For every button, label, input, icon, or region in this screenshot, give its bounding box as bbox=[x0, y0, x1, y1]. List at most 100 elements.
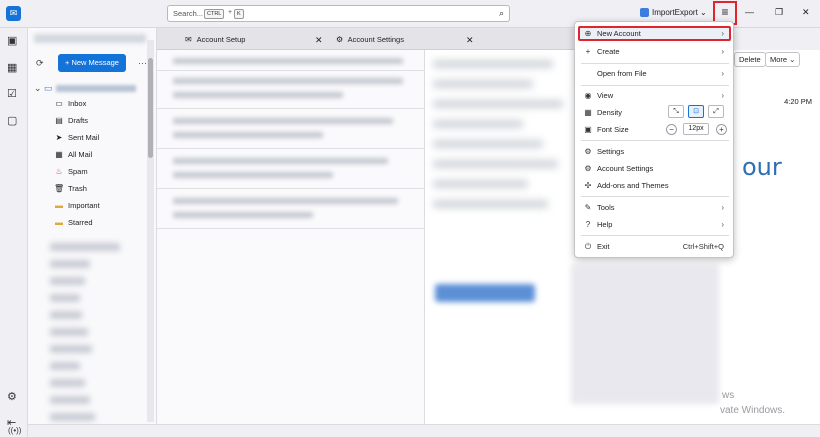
divider bbox=[157, 148, 425, 149]
activation-watermark-line2: vate Windows. bbox=[720, 405, 786, 416]
importexport-button[interactable]: ImportExport ⌄ bbox=[640, 8, 707, 18]
folder-label: Spam bbox=[68, 167, 88, 176]
blurred-folder-list bbox=[42, 234, 162, 424]
font-size-increase-button[interactable]: + bbox=[716, 124, 727, 135]
account-gear-icon: ⚙ bbox=[584, 164, 592, 173]
density-normal-button[interactable]: ⊡ bbox=[688, 105, 704, 118]
blurred-message-content bbox=[433, 60, 573, 420]
message-row[interactable] bbox=[173, 118, 413, 146]
shortcut-key-ctrl: CTRL bbox=[204, 9, 225, 19]
folder-label: All Mail bbox=[68, 150, 93, 159]
search-input[interactable]: Search... CTRL + K ⌕ bbox=[167, 5, 510, 22]
menu-item-new-account[interactable]: ⊕ New Account › bbox=[578, 26, 731, 41]
get-messages-icon[interactable]: ⟳ bbox=[36, 58, 44, 69]
more-button[interactable]: More ⌄ bbox=[765, 52, 801, 67]
blurred-box bbox=[571, 264, 719, 404]
close-icon[interactable]: ✕ bbox=[466, 31, 474, 49]
close-button[interactable]: ✕ bbox=[802, 7, 810, 18]
message-row[interactable] bbox=[173, 78, 413, 106]
menu-item-tools[interactable]: ✎ Tools › bbox=[575, 200, 733, 215]
gear-icon: ⚙ bbox=[584, 147, 592, 156]
account-name-blurred bbox=[56, 85, 136, 92]
font-size-decrease-button[interactable]: − bbox=[666, 124, 677, 135]
expand-chevron-icon[interactable]: ⌄ bbox=[34, 83, 42, 94]
folder-important[interactable]: ▬ Important bbox=[54, 201, 100, 214]
menu-item-view[interactable]: ◉ View › bbox=[575, 88, 733, 103]
gear-icon: ⚙ bbox=[336, 35, 344, 44]
menu-item-settings[interactable]: ⚙ Settings bbox=[575, 144, 733, 159]
chat-icon[interactable]: ▢ bbox=[7, 114, 17, 127]
density-icon: ▦ bbox=[584, 108, 592, 117]
importexport-icon bbox=[640, 8, 649, 18]
message-row[interactable] bbox=[173, 198, 413, 226]
density-relaxed-button[interactable]: ⤢ bbox=[708, 105, 724, 118]
tools-icon: ✎ bbox=[584, 203, 592, 212]
message-list bbox=[157, 50, 425, 424]
density-compact-button[interactable]: ⤡ bbox=[668, 105, 684, 118]
spaces-toolbar: ▣ ▦ ☑ ▢ ⚙ ⇤ bbox=[0, 28, 28, 437]
maximize-button[interactable]: ❐ bbox=[775, 7, 783, 18]
folder-label: Starred bbox=[68, 218, 93, 227]
menu-item-help[interactable]: ? Help › bbox=[575, 217, 733, 232]
message-row[interactable] bbox=[173, 158, 413, 186]
menu-separator bbox=[581, 196, 729, 197]
menu-label: Account Settings bbox=[597, 164, 654, 173]
eye-icon: ◉ bbox=[584, 91, 592, 100]
folder-starred[interactable]: ▬ Starred bbox=[54, 218, 93, 231]
close-icon[interactable]: ✕ bbox=[315, 31, 323, 49]
menu-item-addons-themes[interactable]: ✣ Add-ons and Themes bbox=[575, 178, 733, 193]
plus-circle-icon: ⊕ bbox=[584, 29, 592, 38]
folder-drafts[interactable]: ▤ Drafts bbox=[54, 116, 88, 129]
menu-label: Settings bbox=[597, 147, 625, 156]
importexport-label: ImportExport bbox=[652, 8, 698, 17]
chevron-down-icon: ⌄ bbox=[700, 8, 707, 17]
folder-all-mail[interactable]: ▦ All Mail bbox=[54, 150, 92, 163]
more-options-icon[interactable]: ··· bbox=[138, 58, 147, 68]
new-message-button[interactable]: + New Message bbox=[58, 54, 126, 72]
account-row[interactable]: ⌄ ▭ bbox=[34, 83, 149, 94]
menu-item-exit[interactable]: ⏻ Exit Ctrl+Shift+Q bbox=[575, 239, 733, 254]
folder-label: Important bbox=[68, 201, 100, 210]
tab-bar: ✉ Account Setup ✕ ⚙ Account Settings ✕ bbox=[157, 28, 575, 50]
menu-item-create[interactable]: + Create › bbox=[575, 44, 733, 59]
online-status-icon[interactable]: ((•)) bbox=[8, 426, 21, 435]
delete-button[interactable]: Delete bbox=[734, 52, 766, 67]
shortcut-key-k: K bbox=[234, 9, 244, 19]
menu-label: Help bbox=[597, 220, 613, 229]
tab-account-setup[interactable]: ✉ Account Setup ✕ bbox=[185, 31, 325, 49]
divider bbox=[157, 108, 425, 109]
menu-label: Exit bbox=[597, 242, 610, 251]
tab-label: Account Settings bbox=[347, 35, 404, 44]
chevron-right-icon: › bbox=[721, 69, 724, 78]
tasks-icon[interactable]: ☑ bbox=[7, 87, 17, 100]
minimize-button[interactable]: — bbox=[745, 7, 754, 17]
menu-label: View bbox=[597, 91, 614, 100]
folder-pane-scrollbar[interactable] bbox=[147, 40, 154, 422]
mail-app-icon[interactable]: ✉ bbox=[6, 6, 21, 21]
menu-separator bbox=[581, 235, 729, 236]
search-icon[interactable]: ⌕ bbox=[499, 8, 504, 19]
folder-sent-mail[interactable]: ➤ Sent Mail bbox=[54, 133, 100, 146]
folder-spam[interactable]: ♨ Spam bbox=[54, 167, 88, 180]
menu-label: New Account bbox=[597, 29, 641, 38]
folder-icon: ▬ bbox=[55, 218, 63, 227]
hamburger-icon: ≡ bbox=[721, 5, 729, 19]
shortcut-plus: + bbox=[228, 9, 233, 16]
folder-trash[interactable]: 🗑 Trash bbox=[54, 184, 87, 197]
blurred-button bbox=[435, 284, 535, 302]
address-book-icon[interactable]: ▣ bbox=[7, 34, 17, 47]
tab-account-settings[interactable]: ⚙ Account Settings ✕ bbox=[336, 31, 486, 49]
font-size-value: 12px bbox=[683, 123, 709, 135]
spam-icon: ♨ bbox=[55, 167, 63, 176]
menu-label: Font Size bbox=[597, 125, 629, 134]
settings-gear-icon[interactable]: ⚙ bbox=[7, 390, 17, 403]
scrollbar-thumb[interactable] bbox=[148, 58, 153, 158]
menu-item-open-from-file[interactable]: Open from File › bbox=[575, 66, 733, 81]
search-placeholder: Search... bbox=[173, 9, 204, 18]
puzzle-icon: ✣ bbox=[584, 181, 592, 190]
calendar-icon[interactable]: ▦ bbox=[7, 61, 17, 74]
folder-icon: ▬ bbox=[55, 201, 63, 210]
folder-inbox[interactable]: ▭ Inbox bbox=[54, 99, 86, 112]
menu-item-account-settings[interactable]: ⚙ Account Settings bbox=[575, 161, 733, 176]
account-icon: ▭ bbox=[44, 83, 53, 93]
